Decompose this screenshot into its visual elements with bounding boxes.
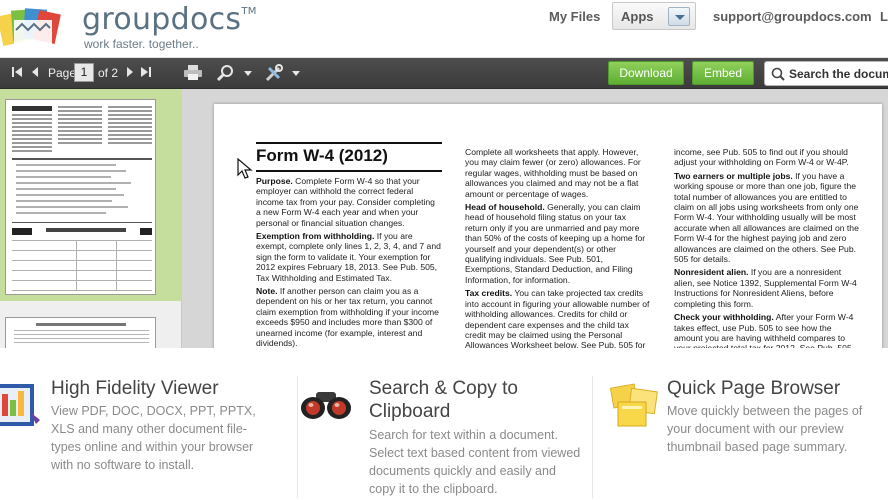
next-page-icon[interactable] (124, 66, 136, 78)
embed-button[interactable]: Embed (692, 61, 754, 85)
document-paragraph: Check your withholding. After your Form … (674, 312, 854, 348)
feature-title-search-copy: Search & Copy to Clipboard (369, 378, 518, 422)
form-title: Form W-4 (2012) (256, 146, 388, 165)
document-column-1: Purpose. Complete Form W-4 so that your … (256, 176, 442, 348)
document-paragraph: Purpose. Complete Form W-4 so that your … (256, 176, 435, 228)
high-fidelity-viewer-icon (0, 384, 40, 426)
feature-desc-search-copy: Search for text within a document. Select… (369, 428, 581, 496)
document-paragraph: Head of household. Generally, you can cl… (465, 202, 646, 285)
tools-chevron-down-icon[interactable] (292, 71, 300, 76)
document-column-2: Complete all worksheets that apply. Howe… (465, 147, 650, 348)
nav-support-link[interactable]: support@groupdocs.com (713, 9, 872, 24)
groupdocs-viewer-page: groupdocsTM work faster. together.. My F… (0, 0, 888, 500)
page-label: Page (48, 66, 77, 80)
feature-desc-high-fidelity-viewer: View PDF, DOC, DOCX, PPT, PPTX, XLS and m… (51, 404, 256, 472)
search-icon (771, 67, 785, 81)
document-viewer[interactable]: Form W-4 (2012) Purpose. Complete Form W… (0, 89, 888, 348)
tagline: work faster. together.. (84, 37, 199, 51)
previous-page-icon[interactable] (29, 66, 41, 78)
nav-apps-button[interactable]: Apps (612, 2, 696, 30)
nav-apps-label: Apps (621, 9, 654, 24)
nav-edge-link[interactable]: L (880, 9, 888, 24)
tools-icon[interactable] (264, 63, 284, 83)
thumbnail-page-1-preview (12, 106, 152, 291)
thumbnail-pane[interactable] (0, 89, 182, 348)
groupdocs-logo-icon[interactable] (0, 6, 74, 50)
page-count: of 2 (98, 66, 119, 80)
last-page-icon[interactable] (140, 66, 152, 78)
thumbnail-page-2[interactable] (5, 317, 156, 348)
page-number-input[interactable]: 1 (74, 63, 94, 82)
nav-my-files-link[interactable]: My Files (549, 9, 600, 24)
document-paragraph: Exemption from withholding. If you are e… (256, 231, 441, 283)
features-section: High Fidelity Viewer View PDF, DOC, DOCX… (0, 348, 888, 500)
feature-desc-quick-page-browser: Move quickly between the pages of your do… (667, 404, 863, 454)
document-paragraph: Complete all worksheets that apply. Howe… (465, 147, 641, 199)
quick-page-browser-icon (609, 383, 658, 427)
document-column-3: income, see Pub. 505 to find out if you … (674, 147, 860, 348)
feature-title-high-fidelity-viewer: High Fidelity Viewer (51, 378, 219, 399)
title-rule-top (256, 142, 442, 144)
binoculars-icon (301, 392, 351, 419)
document-paragraph: Tax credits. You can take projected tax … (465, 288, 650, 348)
viewer-toolbar: Page 1 of 2 Download Embed Search the do… (0, 58, 888, 89)
title-rule-bottom (256, 170, 442, 172)
first-page-icon[interactable] (11, 66, 23, 78)
logo-trademark: TM (241, 6, 257, 17)
document-paragraph: income, see Pub. 505 to find out if you … (674, 147, 849, 168)
chevron-down-icon[interactable] (668, 7, 690, 26)
zoom-chevron-down-icon[interactable] (244, 71, 252, 76)
feature-title-quick-page-browser: Quick Page Browser (667, 378, 841, 399)
feature-divider-1 (297, 376, 298, 498)
document-paragraph: Nonresident alien. If you are a nonresid… (674, 267, 857, 309)
logo-text: groupdocsTM (82, 2, 257, 37)
document-page-1[interactable]: Form W-4 (2012) Purpose. Complete Form W… (214, 104, 882, 348)
thumbnail-page-2-preview (14, 323, 149, 343)
document-paragraph: Two earners or multiple jobs. If you hav… (674, 170, 859, 265)
feature-divider-2 (592, 376, 593, 498)
document-paragraph: Note. If another person can claim you as… (256, 286, 439, 348)
search-input[interactable]: Search the document (764, 61, 888, 86)
header: groupdocsTM work faster. together.. My F… (0, 0, 888, 58)
search-placeholder: Search the document (789, 67, 888, 81)
zoom-icon[interactable] (217, 64, 235, 82)
thumbnail-page-1[interactable] (5, 99, 156, 295)
mouse-cursor-icon (237, 158, 253, 179)
download-button[interactable]: Download (608, 61, 684, 85)
print-icon[interactable] (183, 64, 203, 81)
